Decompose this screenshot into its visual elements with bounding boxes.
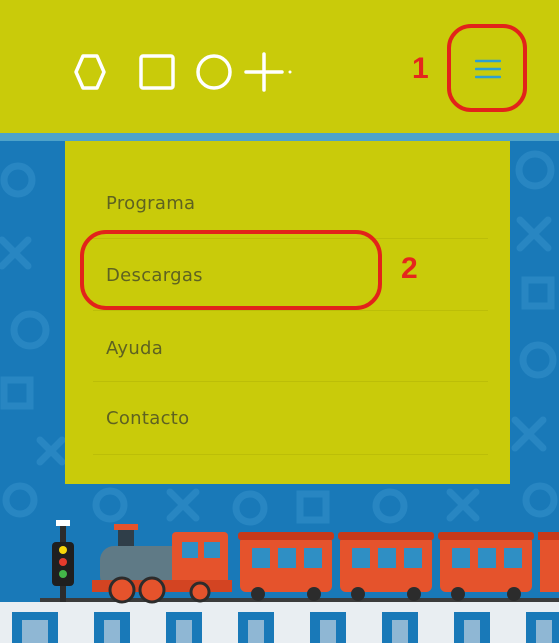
plus-icon (244, 52, 284, 92)
callout-number-2: 2 (401, 252, 418, 285)
callout-number-1: 1 (412, 52, 429, 85)
square-icon (139, 54, 175, 90)
railway-signal (52, 520, 74, 602)
hexagon-icon (74, 54, 106, 90)
descargas-highlight-annotation (80, 230, 382, 310)
menu-divider (93, 310, 488, 311)
circle-icon (196, 54, 232, 90)
menu-divider (93, 381, 488, 382)
header-bar: 1 (0, 0, 559, 133)
menu-toggle-button[interactable] (447, 24, 527, 112)
train-carriages (238, 532, 559, 601)
menu-item-programa[interactable]: Programa (106, 193, 195, 214)
menu-item-ayuda[interactable]: Ayuda (106, 338, 163, 359)
header-divider (0, 133, 559, 141)
menu-item-contacto[interactable]: Contacto (106, 408, 189, 429)
menu-divider (93, 454, 488, 455)
navigation-menu: Programa Descargas Ayuda Contacto (65, 141, 510, 484)
site-logo[interactable] (66, 50, 296, 94)
hamburger-icon (475, 59, 501, 79)
locomotive (92, 524, 232, 604)
train-illustration (0, 520, 559, 643)
